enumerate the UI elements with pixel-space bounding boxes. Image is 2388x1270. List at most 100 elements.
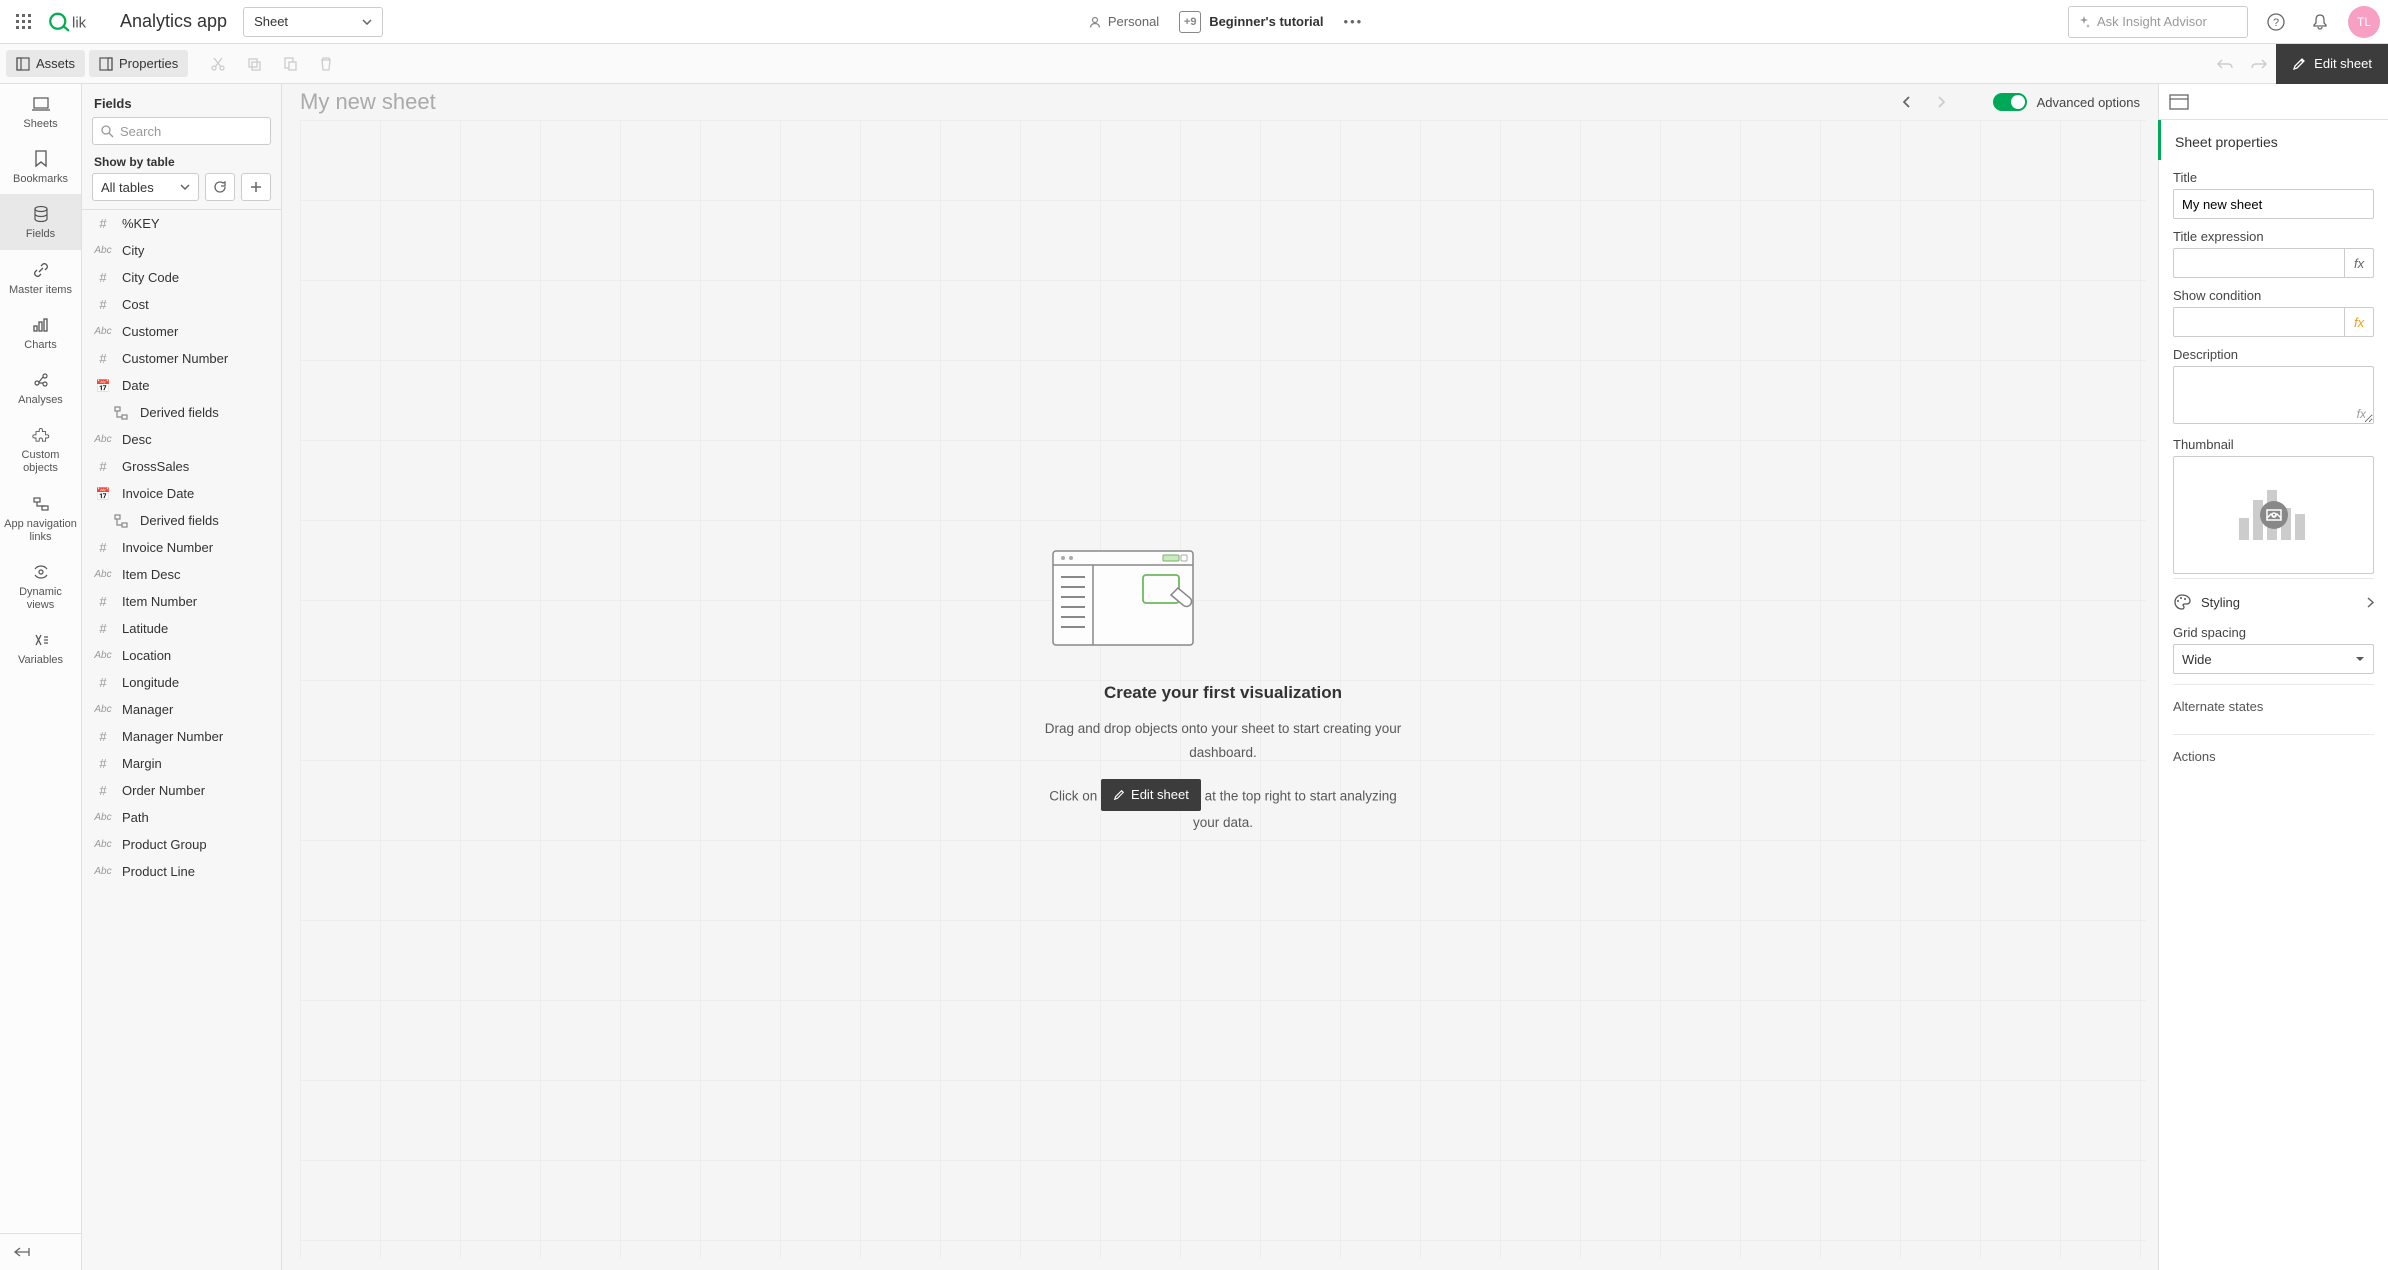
user-avatar[interactable]: TL bbox=[2348, 6, 2380, 38]
sheet-settings-tab[interactable] bbox=[2169, 94, 2189, 110]
field-name: City Code bbox=[122, 270, 179, 285]
field-item[interactable]: Location bbox=[82, 642, 281, 669]
edit-sheet-button[interactable]: Edit sheet bbox=[2276, 44, 2388, 84]
sheet-title[interactable]: My new sheet bbox=[300, 89, 1885, 115]
field-item[interactable]: Derived fields bbox=[82, 507, 281, 534]
field-item[interactable]: %KEY bbox=[82, 210, 281, 237]
styling-row[interactable]: Styling bbox=[2173, 578, 2374, 625]
cut-button[interactable] bbox=[204, 50, 232, 78]
field-item[interactable]: Order Number bbox=[82, 777, 281, 804]
all-tables-dropdown[interactable]: All tables bbox=[92, 173, 199, 201]
right-properties-panel: Sheet properties Title Title expression … bbox=[2158, 84, 2388, 1270]
sheet-canvas[interactable]: Create your first visualization Drag and… bbox=[300, 120, 2146, 1258]
field-name: GrossSales bbox=[122, 459, 189, 474]
title-input[interactable] bbox=[2173, 189, 2374, 219]
actions-row[interactable]: Actions bbox=[2173, 734, 2374, 774]
sidebar-item-app-navigation[interactable]: App navigation links bbox=[0, 484, 81, 552]
advanced-options-toggle[interactable] bbox=[1993, 93, 2027, 111]
tutorial-link[interactable]: +9 Beginner's tutorial bbox=[1179, 11, 1323, 33]
sidebar-item-bookmarks[interactable]: Bookmarks bbox=[0, 139, 81, 194]
sidebar-item-charts[interactable]: Charts bbox=[0, 305, 81, 360]
field-item[interactable]: Derived fields bbox=[82, 399, 281, 426]
inline-edit-label: Edit sheet bbox=[1131, 783, 1189, 806]
fields-list[interactable]: %KEYCity City Code CostCustomerCustomer Nu… bbox=[82, 209, 281, 1270]
field-type-icon bbox=[92, 594, 114, 609]
grid-spacing-value: Wide bbox=[2182, 652, 2212, 667]
table-filter-row: All tables bbox=[82, 173, 281, 209]
search-placeholder: Search bbox=[120, 124, 161, 139]
assets-button[interactable]: Assets bbox=[6, 50, 85, 77]
caret-down-icon bbox=[2355, 656, 2365, 662]
properties-button[interactable]: Properties bbox=[89, 50, 188, 77]
delete-button[interactable] bbox=[312, 50, 340, 78]
sheet-dropdown[interactable]: Sheet bbox=[243, 7, 383, 37]
sidebar-label: Analyses bbox=[18, 394, 63, 407]
field-item[interactable]: Product Line bbox=[82, 858, 281, 885]
refresh-fields-button[interactable] bbox=[205, 173, 235, 201]
sidebar-label: Variables bbox=[18, 654, 63, 667]
prev-sheet-button[interactable] bbox=[1895, 96, 1919, 108]
sidebar-item-fields[interactable]: Fields bbox=[0, 194, 81, 249]
redo-button[interactable] bbox=[2242, 57, 2276, 71]
header-center: Personal +9 Beginner's tutorial ••• bbox=[383, 11, 2068, 33]
field-item[interactable]: Longitude bbox=[82, 669, 281, 696]
field-item[interactable]: Customer Number bbox=[82, 345, 281, 372]
field-item[interactable]: Item Desc bbox=[82, 561, 281, 588]
svg-text:?: ? bbox=[2273, 17, 2279, 29]
undo-button[interactable] bbox=[2208, 57, 2242, 71]
qlik-logo[interactable]: lik bbox=[48, 8, 108, 36]
field-item[interactable]: Item Number bbox=[82, 588, 281, 615]
field-item[interactable]: Invoice Date bbox=[82, 480, 281, 507]
personal-link[interactable]: Personal bbox=[1088, 14, 1159, 29]
properties-label: Properties bbox=[119, 56, 178, 71]
field-item[interactable]: Date bbox=[82, 372, 281, 399]
field-item[interactable]: Path bbox=[82, 804, 281, 831]
field-item[interactable]: City Code bbox=[82, 264, 281, 291]
sidebar-item-custom-objects[interactable]: Custom objects bbox=[0, 415, 81, 483]
top-header: lik Analytics app Sheet Personal +9 Begi… bbox=[0, 0, 2388, 44]
title-expression-fx-button[interactable]: fx bbox=[2345, 248, 2374, 278]
sub-toolbar: Assets Properties Edit sheet bbox=[0, 44, 2388, 84]
search-icon bbox=[101, 125, 114, 138]
insight-advisor-search[interactable]: Ask Insight Advisor bbox=[2068, 6, 2248, 38]
show-condition-input[interactable] bbox=[2173, 307, 2345, 337]
description-textarea[interactable] bbox=[2173, 366, 2374, 424]
alternate-states-row[interactable]: Alternate states bbox=[2173, 684, 2374, 724]
field-item[interactable]: Latitude bbox=[82, 615, 281, 642]
field-item[interactable]: GrossSales bbox=[82, 453, 281, 480]
sidebar-label: Bookmarks bbox=[13, 173, 68, 186]
notifications-button[interactable] bbox=[2304, 6, 2336, 38]
field-item[interactable]: Cost bbox=[82, 291, 281, 318]
field-item[interactable]: Invoice Number bbox=[82, 534, 281, 561]
show-condition-fx-button[interactable]: fx bbox=[2345, 307, 2374, 337]
sidebar-item-dynamic-views[interactable]: Dynamic views bbox=[0, 552, 81, 620]
field-name: Latitude bbox=[122, 621, 168, 636]
grid-spacing-select[interactable]: Wide bbox=[2173, 644, 2374, 674]
app-launcher-icon[interactable] bbox=[8, 6, 40, 38]
field-item[interactable]: Customer bbox=[82, 318, 281, 345]
copy-button[interactable] bbox=[240, 50, 268, 78]
sidebar-item-variables[interactable]: Variables bbox=[0, 620, 81, 675]
collapse-sidebar-button[interactable] bbox=[0, 1233, 81, 1270]
title-expression-input[interactable] bbox=[2173, 248, 2345, 278]
sidebar-item-analyses[interactable]: Analyses bbox=[0, 360, 81, 415]
thumbnail-picker[interactable] bbox=[2173, 456, 2374, 574]
field-type-icon bbox=[92, 270, 114, 285]
next-sheet-button[interactable] bbox=[1929, 96, 1953, 108]
fields-search-input[interactable]: Search bbox=[92, 117, 271, 145]
field-name: Item Desc bbox=[122, 567, 181, 582]
add-field-button[interactable] bbox=[241, 173, 271, 201]
paste-button[interactable] bbox=[276, 50, 304, 78]
field-item[interactable]: Product Group bbox=[82, 831, 281, 858]
bookmark-icon bbox=[34, 149, 48, 169]
more-menu[interactable]: ••• bbox=[1344, 14, 1364, 29]
sidebar-item-master-items[interactable]: Master items bbox=[0, 250, 81, 305]
field-item[interactable]: Margin bbox=[82, 750, 281, 777]
field-item[interactable]: City bbox=[82, 237, 281, 264]
field-item[interactable]: Manager Number bbox=[82, 723, 281, 750]
help-button[interactable]: ? bbox=[2260, 6, 2292, 38]
sidebar-item-sheets[interactable]: Sheets bbox=[0, 84, 81, 139]
field-item[interactable]: Manager bbox=[82, 696, 281, 723]
field-type-icon bbox=[92, 812, 114, 823]
field-item[interactable]: Desc bbox=[82, 426, 281, 453]
